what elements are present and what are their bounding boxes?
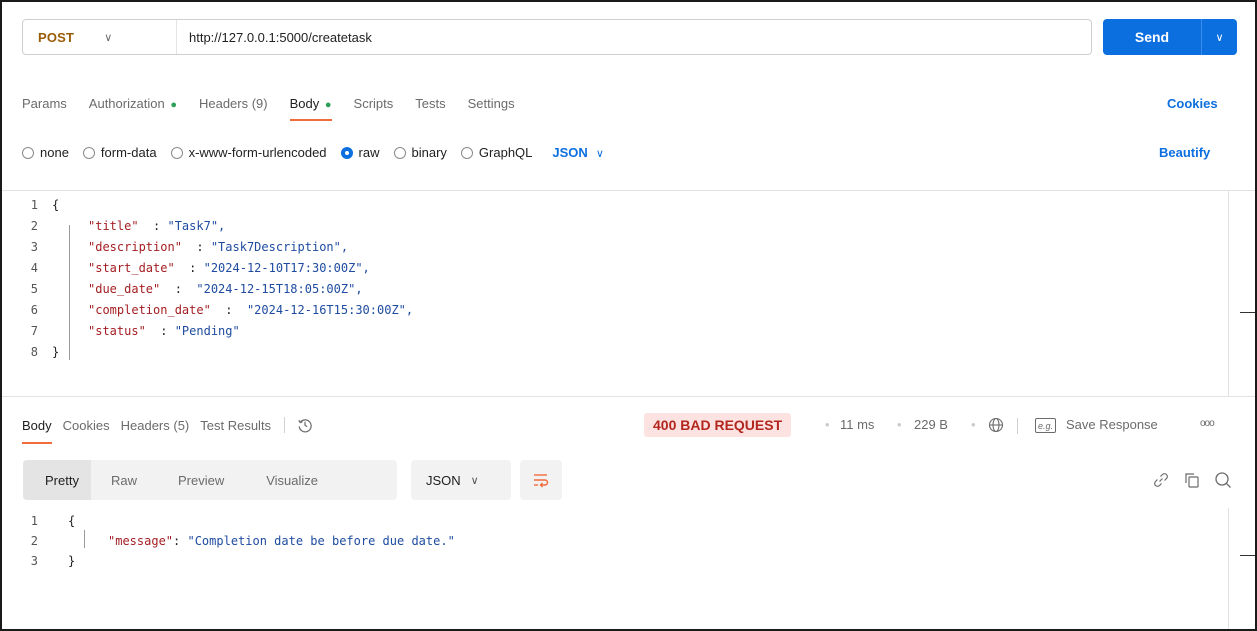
link-icon[interactable] [1152,471,1170,489]
scrollbar-marker [1240,555,1255,556]
body-type-selector: none form-data x-www-form-urlencoded raw… [22,145,604,160]
chevron-down-icon: ∨ [470,474,479,487]
code-line: 2 "title" : "Task7", [30,218,226,233]
tab-test-results[interactable]: Test Results [200,418,271,433]
code-line: 1 { [30,513,76,528]
response-size[interactable]: 229 B [914,417,948,432]
tab-scripts[interactable]: Scripts [354,96,394,111]
search-icon[interactable] [1214,471,1232,489]
divider [1017,418,1018,434]
chevron-down-icon: ∨ [104,31,113,44]
response-tabs: Body Cookies Headers (5) Test Results [22,417,313,444]
tab-preview[interactable]: Preview [137,460,224,500]
send-button[interactable]: Send ∨ [1103,19,1237,55]
postman-window: POST ∨ http://127.0.0.1:5000/createtask … [0,0,1257,631]
wrap-icon [534,474,549,488]
radio-x-www-form-urlencoded[interactable]: x-www-form-urlencoded [170,145,327,160]
tab-settings[interactable]: Settings [468,96,515,111]
separator-dot: • [897,417,902,432]
code-line: 2 "message": "Completion date be before … [30,533,455,548]
radio-none[interactable]: none [22,145,69,160]
radio-circle [340,146,353,159]
scrollbar-marker [1240,312,1255,313]
tab-response-cookies[interactable]: Cookies [63,418,110,433]
tab-tests[interactable]: Tests [415,96,445,111]
separator-dot: • [971,417,976,432]
radio-binary[interactable]: binary [393,145,447,160]
code-line: 3 "description" : "Task7Description", [30,239,349,254]
globe-icon[interactable] [988,417,1004,433]
divider [2,396,1255,397]
history-icon[interactable] [297,417,313,433]
radio-graphql[interactable]: GraphQL [460,145,532,160]
response-format-select[interactable]: JSON ∨ [411,460,511,500]
tab-pretty[interactable]: Pretty [23,460,91,500]
tab-raw[interactable]: Raw [91,460,137,500]
save-response-button[interactable]: Save Response [1066,417,1158,432]
code-line: 8 } [30,344,60,359]
tab-authorization[interactable]: Authorization ● [89,96,177,111]
tab-visualize[interactable]: Visualize [224,460,318,500]
url-input[interactable]: http://127.0.0.1:5000/createtask [177,30,372,45]
tab-body[interactable]: Body ● [289,96,332,121]
radio-circle [82,146,95,159]
method-label: POST [38,29,75,45]
request-tabs: Params Authorization ● Headers (9) Body … [22,96,537,121]
request-url-bar: POST ∨ http://127.0.0.1:5000/createtask [22,19,1092,55]
wrap-lines-button[interactable] [520,460,562,500]
separator-dot: • [825,417,830,432]
response-time[interactable]: 11 ms [840,417,874,432]
scrollbar-track[interactable] [1228,190,1229,396]
radio-circle [170,146,183,159]
code-line: 6 "completion_date" : "2024-12-16T15:30:… [30,302,414,317]
more-icon[interactable]: ooo [1200,418,1215,429]
radio-circle [393,146,406,159]
code-line: 4 "start_date" : "2024-12-10T17:30:00Z", [30,260,370,275]
tab-response-body[interactable]: Body [22,418,52,444]
code-line: 3 } [30,553,76,568]
request-body-editor[interactable]: 1 { 2 "title" : "Task7", 3 "description"… [2,190,1255,396]
chevron-down-icon[interactable]: ∨ [1202,31,1237,44]
radio-raw[interactable]: raw [340,145,380,160]
tab-response-headers[interactable]: Headers (5) [121,418,190,433]
status-dot: ● [170,99,177,111]
status-badge[interactable]: 400 BAD REQUEST [644,413,792,437]
status-dot: ● [324,99,332,111]
code-line: 5 "due_date" : "2024-12-15T18:05:00Z", [30,281,363,296]
send-label: Send [1134,29,1170,45]
radio-circle [460,146,473,159]
radio-circle [22,146,34,159]
method-select[interactable]: POST ∨ [23,20,177,54]
beautify-button[interactable]: Beautify [1159,145,1210,160]
chevron-down-icon: ∨ [595,148,604,160]
body-format-select[interactable]: JSON ∨ [552,145,603,160]
example-icon: e.g. [1035,418,1056,433]
copy-icon[interactable] [1183,471,1201,489]
cookies-link[interactable]: Cookies [1167,96,1218,111]
radio-form-data[interactable]: form-data [82,145,157,160]
response-view-tabs: Pretty Raw Preview Visualize [23,460,397,500]
code-line: 1 { [30,197,60,212]
tab-headers[interactable]: Headers (9) [199,96,268,111]
scrollbar-track[interactable] [1228,508,1229,629]
response-body-viewer[interactable]: 1 { 2 "message": "Completion date be bef… [2,508,1255,629]
tab-params[interactable]: Params [22,96,67,111]
code-line: 7 "status" : "Pending" [30,323,240,338]
divider [284,417,286,433]
